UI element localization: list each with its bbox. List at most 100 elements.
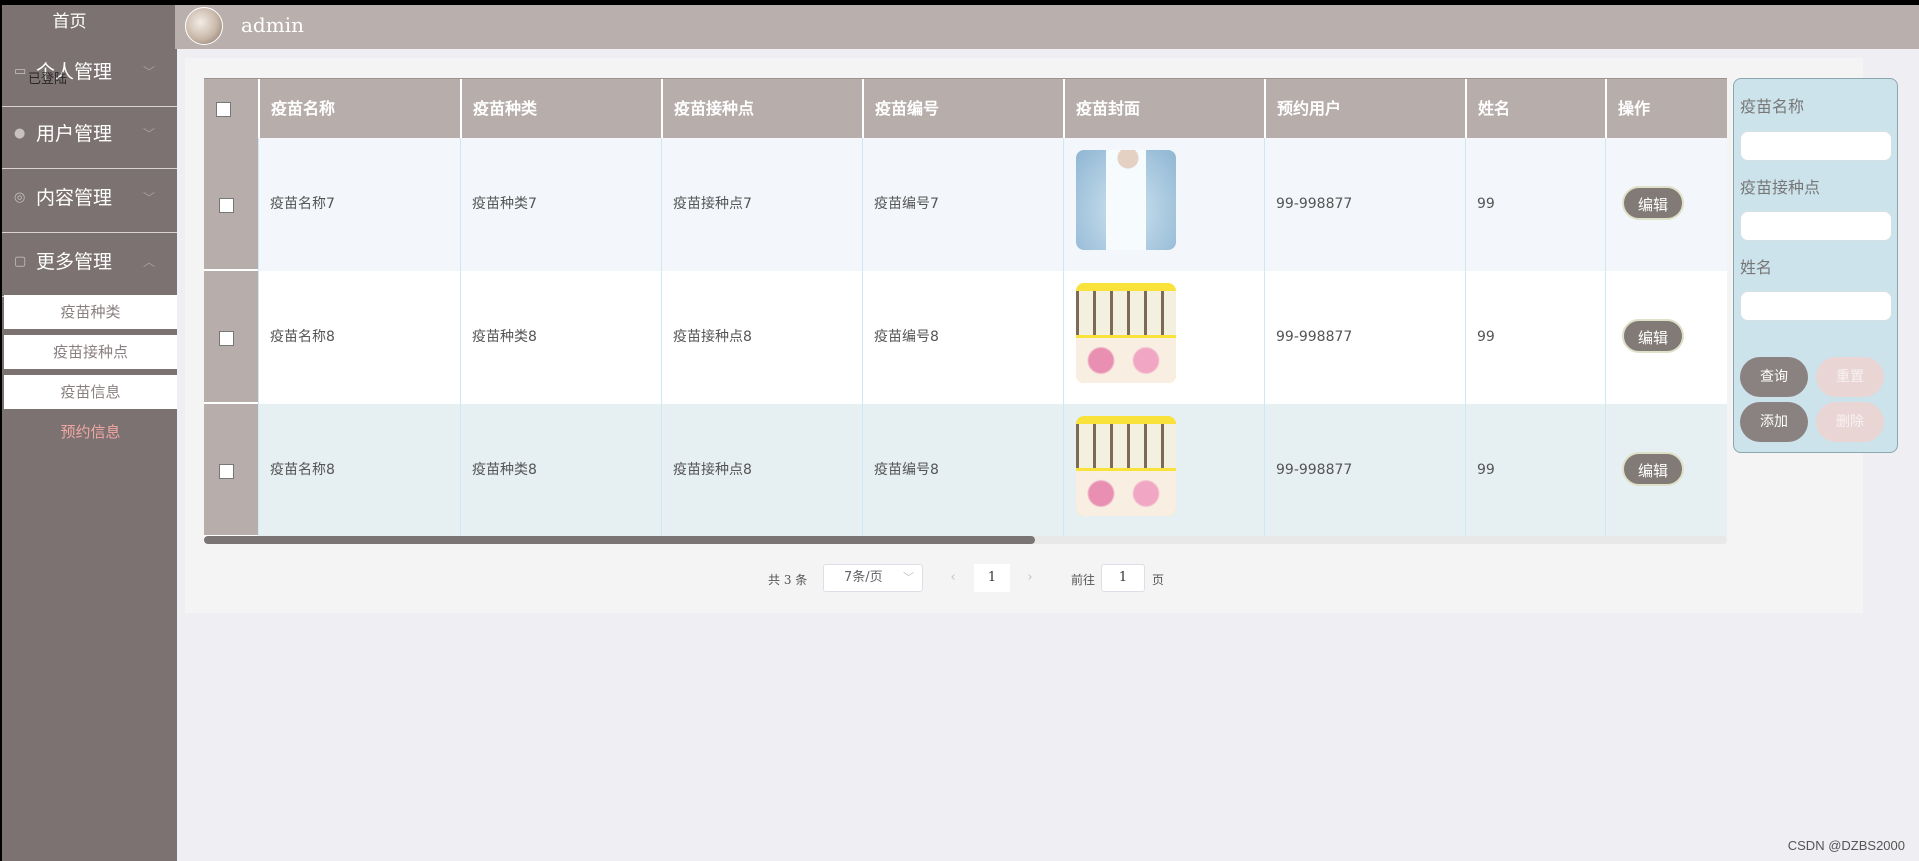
edit-button[interactable]: 编辑 bbox=[1622, 186, 1684, 220]
horizontal-scrollbar[interactable] bbox=[204, 536, 1727, 544]
add-button[interactable]: 添加 bbox=[1740, 402, 1808, 442]
cell-person: 99 bbox=[1465, 404, 1605, 537]
row-checkbox-cell bbox=[204, 138, 258, 271]
cell-vaccine-cover bbox=[1063, 138, 1264, 271]
page-size-value: 7条/页 bbox=[844, 570, 883, 585]
select-all-checkbox[interactable] bbox=[216, 102, 231, 117]
query-button[interactable]: 查询 bbox=[1740, 357, 1808, 397]
row-checkbox-cell bbox=[204, 404, 258, 537]
column-header[interactable]: 疫苗封面 bbox=[1063, 79, 1264, 139]
search-label-person-name: 姓名 bbox=[1740, 258, 1773, 277]
reset-button[interactable]: 重置 bbox=[1816, 357, 1884, 397]
row-checkbox-cell bbox=[204, 271, 258, 404]
table-row[interactable]: 疫苗名称8 疫苗种类8 疫苗接种点8 疫苗编号8 99-998877 99 编辑 bbox=[204, 404, 1727, 537]
sidebar: 首页 ▭ 个人管理 ﹀ 已登陆 ● 用户管理 ﹀ ◎ 内容管理 ﹀ ▢ 更多管理… bbox=[0, 5, 177, 861]
content-icon: ◎ bbox=[14, 190, 26, 205]
cell-vaccine-site: 疫苗接种点7 bbox=[661, 138, 862, 271]
cell-action: 编辑 bbox=[1605, 404, 1727, 537]
row-checkbox[interactable] bbox=[219, 464, 234, 479]
row-checkbox[interactable] bbox=[219, 198, 234, 213]
cell-vaccine-code: 疫苗编号8 bbox=[862, 404, 1063, 537]
column-header[interactable]: 疫苗编号 bbox=[862, 79, 1063, 139]
sidebar-group-label: 用户管理 bbox=[36, 123, 113, 145]
user-icon: ● bbox=[14, 126, 26, 141]
row-checkbox[interactable] bbox=[219, 331, 234, 346]
cell-vaccine-type: 疫苗种类8 bbox=[460, 271, 661, 404]
home-icon: ▭ bbox=[14, 64, 27, 79]
sidebar-item-vaccine-site[interactable]: 疫苗接种点 bbox=[4, 335, 177, 369]
search-panel: 疫苗名称 疫苗接种点 姓名 查询 重置 添加 删除 bbox=[1733, 78, 1898, 453]
column-header[interactable]: 疫苗种类 bbox=[460, 79, 661, 139]
table-row[interactable]: 疫苗名称8 疫苗种类8 疫苗接种点8 疫苗编号8 99-998877 99 编辑 bbox=[204, 271, 1727, 404]
scrollbar-thumb[interactable] bbox=[204, 536, 1035, 544]
cell-user: 99-998877 bbox=[1264, 404, 1465, 537]
cell-person: 99 bbox=[1465, 138, 1605, 271]
delete-button[interactable]: 删除 bbox=[1816, 402, 1884, 442]
vaccine-name-input[interactable] bbox=[1740, 131, 1892, 161]
chevron-down-icon: ﹀ bbox=[903, 571, 914, 584]
column-header[interactable]: 疫苗接种点 bbox=[661, 79, 862, 139]
edit-button[interactable]: 编辑 bbox=[1622, 452, 1684, 486]
cell-vaccine-code: 疫苗编号8 bbox=[862, 271, 1063, 404]
login-status-overlay: 已登陆 bbox=[28, 72, 68, 87]
chevron-down-icon: ﹀ bbox=[142, 191, 155, 205]
sidebar-item-vaccine-type[interactable]: 疫苗种类 bbox=[4, 295, 177, 329]
sidebar-item-vaccine-info[interactable]: 疫苗信息 bbox=[4, 375, 177, 409]
cell-action: 编辑 bbox=[1605, 138, 1727, 271]
current-page-number[interactable]: 1 bbox=[974, 564, 1010, 592]
cell-action: 编辑 bbox=[1605, 271, 1727, 404]
cell-user: 99-998877 bbox=[1264, 138, 1465, 271]
vials-image bbox=[1076, 283, 1176, 383]
cell-vaccine-name: 疫苗名称8 bbox=[258, 404, 460, 537]
username[interactable]: admin bbox=[241, 13, 304, 37]
cell-vaccine-type: 疫苗种类8 bbox=[460, 404, 661, 537]
more-icon: ▢ bbox=[14, 254, 27, 269]
avatar[interactable] bbox=[185, 7, 223, 45]
search-label-vaccine-name: 疫苗名称 bbox=[1740, 97, 1805, 116]
cell-vaccine-code: 疫苗编号7 bbox=[862, 138, 1063, 271]
table-header: 疫苗名称 疫苗种类 疫苗接种点 疫苗编号 疫苗封面 预约用户 姓名 操作 bbox=[204, 78, 1727, 139]
sidebar-group-users[interactable]: ● 用户管理 ﹀ bbox=[2, 107, 177, 169]
vaccine-table: 疫苗名称 疫苗种类 疫苗接种点 疫苗编号 疫苗封面 预约用户 姓名 操作 疫苗名… bbox=[204, 78, 1727, 544]
pagination-total: 共 3 条 bbox=[768, 573, 808, 587]
cell-vaccine-name: 疫苗名称8 bbox=[258, 271, 460, 404]
column-header[interactable]: 姓名 bbox=[1465, 79, 1605, 139]
column-header[interactable]: 预约用户 bbox=[1264, 79, 1465, 139]
edit-button[interactable]: 编辑 bbox=[1622, 319, 1684, 353]
person-name-input[interactable] bbox=[1740, 291, 1892, 321]
cell-vaccine-name: 疫苗名称7 bbox=[258, 138, 460, 271]
chevron-right-icon: › bbox=[1027, 570, 1033, 585]
cell-vaccine-cover bbox=[1063, 404, 1264, 537]
goto-label: 前往 bbox=[1071, 573, 1096, 587]
sidebar-home[interactable]: 首页 bbox=[2, 7, 137, 32]
cell-vaccine-type: 疫苗种类7 bbox=[460, 138, 661, 271]
sidebar-group-content[interactable]: ◎ 内容管理 ﹀ bbox=[2, 171, 177, 233]
cell-vaccine-cover bbox=[1063, 271, 1264, 404]
cell-user: 99-998877 bbox=[1264, 271, 1465, 404]
column-header[interactable]: 操作 bbox=[1605, 79, 1727, 139]
doctor-image bbox=[1076, 150, 1176, 250]
sidebar-group-label: 更多管理 bbox=[36, 251, 113, 273]
prev-page-button[interactable]: ‹ bbox=[938, 564, 968, 592]
page-size-select[interactable]: 7条/页 ﹀ bbox=[823, 564, 923, 592]
chevron-down-icon: ﹀ bbox=[142, 127, 155, 141]
sidebar-item-appointment[interactable]: 预约信息 bbox=[4, 415, 177, 449]
column-header[interactable]: 疫苗名称 bbox=[258, 79, 460, 139]
next-page-button[interactable]: › bbox=[1015, 564, 1045, 592]
search-label-vaccine-site: 疫苗接种点 bbox=[1740, 178, 1821, 197]
vials-image bbox=[1076, 416, 1176, 516]
sidebar-group-more[interactable]: ▢ 更多管理 ︿ bbox=[2, 235, 177, 297]
cell-person: 99 bbox=[1465, 271, 1605, 404]
sidebar-group-label: 内容管理 bbox=[36, 187, 113, 209]
window-top-border bbox=[0, 0, 1919, 5]
chevron-up-icon: ︿ bbox=[142, 255, 155, 269]
cell-vaccine-site: 疫苗接种点8 bbox=[661, 271, 862, 404]
vaccine-site-input[interactable] bbox=[1740, 211, 1892, 241]
watermark: CSDN @DZBS2000 bbox=[1787, 838, 1905, 853]
chevron-left-icon: ‹ bbox=[950, 570, 956, 585]
page-suffix-label: 页 bbox=[1152, 573, 1165, 587]
top-header: admin bbox=[175, 5, 1919, 49]
cell-vaccine-site: 疫苗接种点8 bbox=[661, 404, 862, 537]
goto-page-input[interactable]: 1 bbox=[1101, 564, 1145, 592]
table-row[interactable]: 疫苗名称7 疫苗种类7 疫苗接种点7 疫苗编号7 99-998877 99 编辑 bbox=[204, 138, 1727, 271]
